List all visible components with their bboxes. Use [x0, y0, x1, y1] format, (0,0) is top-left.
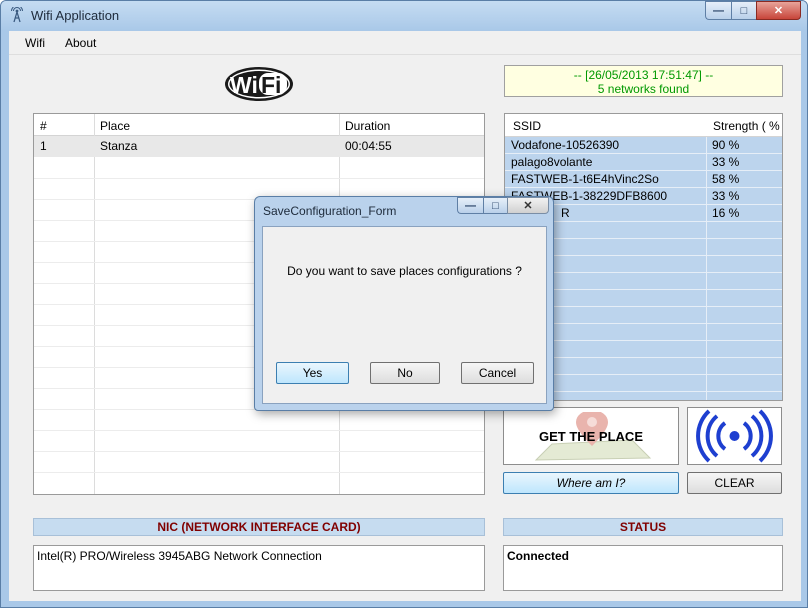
dialog-minimize-button[interactable]: — [457, 197, 483, 214]
maximize-icon: □ [492, 199, 499, 212]
column-header-num[interactable]: # [40, 119, 47, 133]
get-the-place-label: GET THE PLACE [538, 429, 643, 444]
row-place: Stanza [100, 139, 138, 153]
menu-wifi[interactable]: Wifi [25, 36, 45, 50]
dialog-title: SaveConfiguration_Form [263, 204, 397, 218]
dialog-message: Do you want to save places configuration… [287, 264, 522, 278]
column-header-place[interactable]: Place [100, 119, 130, 133]
window-title: Wifi Application [31, 8, 120, 23]
row-strength: 58 % [712, 172, 740, 186]
minimize-icon: — [713, 4, 724, 17]
networks-found: 5 networks found [597, 82, 690, 96]
row-strength: 33 % [712, 155, 740, 169]
status-header: STATUS [503, 518, 783, 536]
networks-table-header: SSID Strength ( % ) [505, 114, 782, 137]
dialog-client-area: Do you want to save places configuration… [262, 226, 547, 404]
close-button[interactable]: ✕ [756, 1, 801, 20]
dialog-close-button[interactable]: ✕ [507, 197, 549, 214]
wifi-logo: Wi Fi [225, 67, 293, 101]
row-duration: 00:04:55 [345, 139, 392, 153]
row-ssid: palago8volante [511, 155, 593, 169]
minimize-button[interactable]: — [705, 1, 731, 20]
get-the-place-button[interactable]: GET THE PLACE [503, 407, 679, 465]
row-strength: 16 % [712, 206, 740, 220]
logo-text-wi: Wi [230, 72, 258, 98]
save-configuration-dialog: SaveConfiguration_Form — □ ✕ Do you want… [254, 196, 554, 411]
row-ssid: R [561, 206, 570, 220]
scan-timestamp: -- [26/05/2013 17:51:47] -- [573, 68, 714, 82]
wireless-signal-icon [696, 409, 773, 463]
clear-button[interactable]: CLEAR [687, 472, 782, 494]
nic-header: NIC (NETWORK INTERFACE CARD) [33, 518, 485, 536]
title-bar[interactable]: Wifi Application — □ ✕ [1, 1, 807, 31]
table-row[interactable]: FASTWEB-1-t6E4hVinc2So 58 % [505, 171, 782, 188]
wifi-tower-icon [11, 7, 23, 23]
signal-button[interactable] [687, 407, 782, 465]
row-strength: 90 % [712, 138, 740, 152]
menu-bar: Wifi About [9, 31, 801, 55]
column-header-duration[interactable]: Duration [345, 119, 390, 133]
no-button[interactable]: No [370, 362, 440, 384]
maximize-icon: □ [740, 4, 748, 17]
table-row[interactable]: Vodafone-10526390 90 % [505, 137, 782, 154]
table-row[interactable]: 1 Stanza 00:04:55 [34, 136, 484, 157]
close-icon: ✕ [523, 200, 533, 212]
places-table-header: # Place Duration [34, 114, 484, 136]
scan-status-box: -- [26/05/2013 17:51:47] -- 5 networks f… [504, 65, 783, 97]
maximize-button[interactable]: □ [731, 1, 756, 20]
row-ssid: FASTWEB-1-t6E4hVinc2So [511, 172, 659, 186]
column-header-ssid[interactable]: SSID [513, 119, 541, 133]
table-row[interactable]: palago8volante 33 % [505, 154, 782, 171]
row-ssid: Vodafone-10526390 [511, 138, 620, 152]
column-header-strength[interactable]: Strength ( % ) [713, 119, 782, 133]
row-strength: 33 % [712, 189, 740, 203]
row-num: 1 [40, 139, 47, 153]
close-icon: ✕ [773, 5, 784, 17]
status-textbox[interactable]: Connected [503, 545, 783, 591]
logo-text-fi: Fi [261, 72, 281, 98]
menu-about[interactable]: About [65, 36, 96, 50]
nic-textbox[interactable]: Intel(R) PRO/Wireless 3945ABG Network Co… [33, 545, 485, 591]
where-am-i-button[interactable]: Where am I? [503, 472, 679, 494]
dialog-maximize-button[interactable]: □ [483, 197, 507, 214]
minimize-icon: — [465, 199, 476, 212]
cancel-button[interactable]: Cancel [461, 362, 534, 384]
yes-button[interactable]: Yes [276, 362, 349, 384]
